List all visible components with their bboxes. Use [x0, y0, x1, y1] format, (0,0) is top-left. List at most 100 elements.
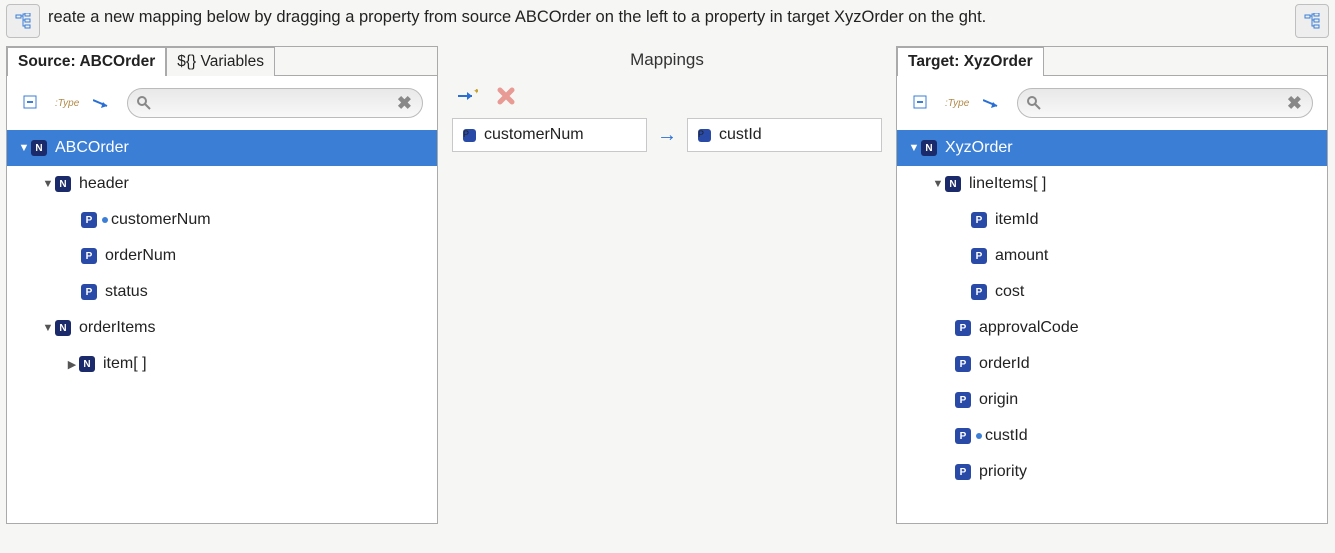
- tree-node-itemid[interactable]: P itemId: [897, 202, 1327, 238]
- tab-target[interactable]: Target: XyzOrder: [897, 47, 1044, 76]
- mapped-indicator-icon: [976, 433, 982, 439]
- tree-label: approvalCode: [979, 319, 1079, 337]
- add-mapping-button[interactable]: ✦: [458, 86, 478, 106]
- tree-node-customernum[interactable]: P customerNum: [7, 202, 437, 238]
- caret-down-icon: ▼: [41, 178, 55, 190]
- mappings-title: Mappings: [444, 46, 890, 82]
- property-icon: P: [463, 129, 476, 142]
- tree-node-orderitems[interactable]: ▼ N orderItems: [7, 310, 437, 346]
- show-types-button[interactable]: :Type: [945, 98, 969, 109]
- property-icon: P: [971, 284, 987, 300]
- property-icon: P: [698, 129, 711, 142]
- hint-text: reate a new mapping below by dragging a …: [48, 4, 1287, 29]
- delete-icon: [497, 87, 515, 105]
- source-search[interactable]: ✖: [127, 88, 423, 118]
- node-icon: N: [55, 320, 71, 336]
- tree-icon: [15, 13, 31, 29]
- caret-down-icon: ▼: [41, 322, 55, 334]
- mapping-to-box[interactable]: P custId: [687, 118, 882, 152]
- collapse-all-button[interactable]: [911, 93, 931, 113]
- tree-label: header: [79, 175, 129, 193]
- svg-text:✦: ✦: [473, 89, 478, 96]
- tree-label: ABCOrder: [55, 139, 129, 157]
- caret-down-icon: ▼: [931, 178, 945, 190]
- tree-node-status[interactable]: P status: [7, 274, 437, 310]
- tree-node-orderid[interactable]: P orderId: [897, 346, 1327, 382]
- tree-node-priority[interactable]: P priority: [897, 454, 1327, 490]
- property-icon: P: [81, 284, 97, 300]
- target-tree: ▼ N XyzOrder ▼ N lineItems[ ] P itemId P…: [897, 130, 1327, 523]
- property-icon: P: [955, 392, 971, 408]
- tab-source[interactable]: Source: ABCOrder: [7, 47, 166, 76]
- tree-label: custId: [985, 427, 1028, 445]
- property-icon: P: [955, 428, 971, 444]
- collapse-icon: [913, 95, 929, 111]
- caret-down-icon: ▼: [907, 142, 921, 154]
- tree-node-amount[interactable]: P amount: [897, 238, 1327, 274]
- property-icon: P: [81, 212, 97, 228]
- tree-node-approvalcode[interactable]: P approvalCode: [897, 310, 1327, 346]
- mapping-from-label: customerNum: [484, 126, 584, 144]
- tree-node-lineitems[interactable]: ▼ N lineItems[ ]: [897, 166, 1327, 202]
- target-panel: Target: XyzOrder :Type ✖ ▼ N XyzOrder: [896, 46, 1328, 524]
- clear-search-button[interactable]: ✖: [1283, 93, 1306, 114]
- arrow-right-icon: →: [657, 124, 677, 147]
- tree-label: XyzOrder: [945, 139, 1013, 157]
- collapse-all-button[interactable]: [21, 93, 41, 113]
- mapping-row[interactable]: P customerNum → P custId: [444, 118, 890, 152]
- source-panel: Source: ABCOrder ${} Variables :Type ✖ ▼…: [6, 46, 438, 524]
- tree-node-origin[interactable]: P origin: [897, 382, 1327, 418]
- tree-node-xyzorder[interactable]: ▼ N XyzOrder: [897, 130, 1327, 166]
- tree-node-ordernum[interactable]: P orderNum: [7, 238, 437, 274]
- caret-down-icon: ▼: [17, 142, 31, 154]
- property-icon: P: [955, 356, 971, 372]
- add-arrow-icon: ✦: [458, 89, 478, 103]
- tree-label: cost: [995, 283, 1024, 301]
- show-mapped-button[interactable]: [983, 93, 1003, 113]
- tree-label: orderId: [979, 355, 1030, 373]
- property-icon: P: [971, 212, 987, 228]
- tree-label: orderItems: [79, 319, 155, 337]
- search-icon: [1026, 95, 1042, 111]
- mapped-indicator-icon: [102, 217, 108, 223]
- node-icon: N: [79, 356, 95, 372]
- search-icon: [136, 95, 152, 111]
- property-icon: P: [971, 248, 987, 264]
- property-icon: P: [955, 320, 971, 336]
- mapping-to-label: custId: [719, 126, 762, 144]
- tab-variables[interactable]: ${} Variables: [166, 47, 275, 76]
- tree-node-item[interactable]: ▶ N item[ ]: [7, 346, 437, 382]
- mapping-from-box[interactable]: P customerNum: [452, 118, 647, 152]
- source-tree: ▼ N ABCOrder ▼ N header P customerNum P …: [7, 130, 437, 523]
- property-icon: P: [955, 464, 971, 480]
- target-search[interactable]: ✖: [1017, 88, 1313, 118]
- caret-right-icon: ▶: [65, 358, 79, 371]
- mapped-arrow-icon: [983, 96, 1003, 110]
- tree-node-cost[interactable]: P cost: [897, 274, 1327, 310]
- show-mapped-button[interactable]: [93, 93, 113, 113]
- node-icon: N: [921, 140, 937, 156]
- mapped-arrow-icon: [93, 96, 113, 110]
- source-search-input[interactable]: [152, 94, 393, 112]
- node-icon: N: [945, 176, 961, 192]
- collapse-icon: [23, 95, 39, 111]
- tree-label: origin: [979, 391, 1018, 409]
- tree-icon: [1304, 13, 1320, 29]
- tree-node-header[interactable]: ▼ N header: [7, 166, 437, 202]
- target-search-input[interactable]: [1042, 94, 1283, 112]
- mapping-view-button-left[interactable]: [6, 4, 40, 38]
- mappings-panel: Mappings ✦ P customerNum →: [444, 46, 890, 524]
- tree-label: status: [105, 283, 148, 301]
- mapping-view-button-right[interactable]: [1295, 4, 1329, 38]
- node-icon: N: [55, 176, 71, 192]
- node-icon: N: [31, 140, 47, 156]
- delete-mapping-button[interactable]: [496, 86, 516, 106]
- clear-search-button[interactable]: ✖: [393, 93, 416, 114]
- tree-label: customerNum: [111, 211, 211, 229]
- tree-label: amount: [995, 247, 1048, 265]
- tree-label: orderNum: [105, 247, 176, 265]
- tree-node-abcorder[interactable]: ▼ N ABCOrder: [7, 130, 437, 166]
- show-types-button[interactable]: :Type: [55, 98, 79, 109]
- tree-label: itemId: [995, 211, 1039, 229]
- tree-node-custid[interactable]: P custId: [897, 418, 1327, 454]
